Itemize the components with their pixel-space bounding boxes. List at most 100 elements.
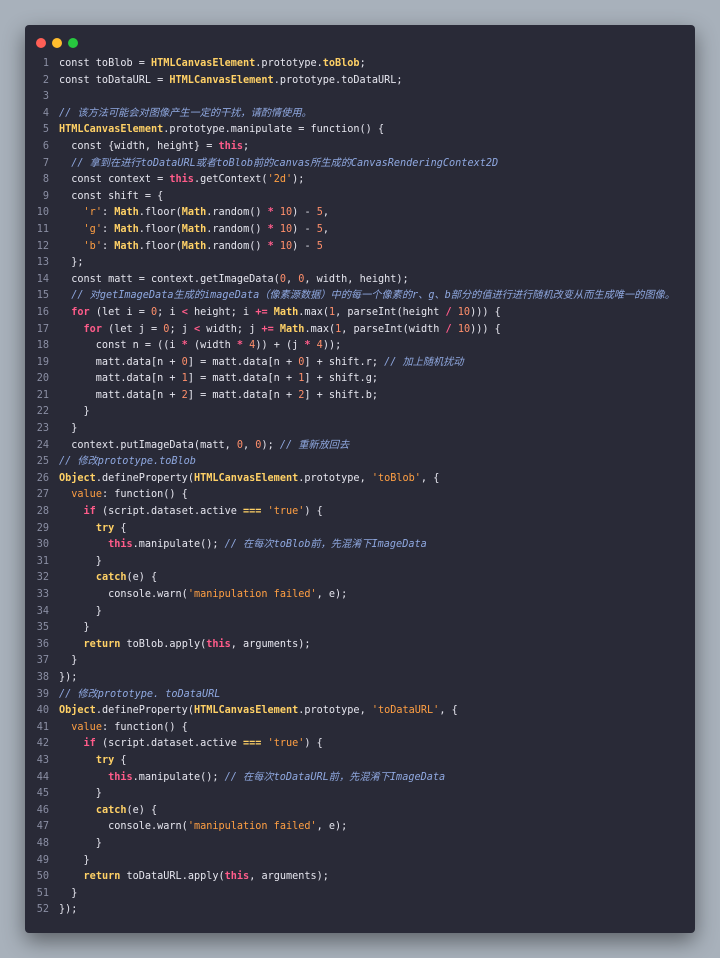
code-token: .prototype.toDataURL; (273, 74, 403, 86)
line-number: 3 (42, 91, 49, 103)
code-token: ); (292, 174, 305, 186)
line-text: HTMLCanvasElement.prototype.manipulate =… (59, 122, 384, 139)
line-text: } (59, 786, 102, 803)
code-token: } (59, 854, 90, 866)
code-token: // 重新放回去 (279, 439, 350, 451)
code-line: 36 return toBlob.apply(this, arguments); (25, 637, 695, 654)
code-line: 32 catch(e) { (25, 570, 695, 587)
code-token: console.warn( (59, 589, 188, 600)
code-token: : (101, 240, 115, 252)
line-number: 1 (42, 58, 49, 69)
code-token: const toBlob = (59, 58, 152, 69)
line-number: 10 (36, 207, 49, 219)
code-token: const shift = { (59, 190, 164, 202)
code-token: } (59, 655, 78, 667)
line-text: } (59, 836, 102, 853)
code-token: this (224, 871, 250, 883)
line-text: // 对getImageData生成的imageData（像素源数据）中的每一个… (59, 288, 675, 305)
code-token: , arguments); (230, 638, 311, 650)
line-text: return toDataURL.apply(this, arguments); (59, 869, 329, 886)
line-number: 44 (36, 771, 49, 783)
code-token: , (322, 207, 329, 219)
maximize-dot-icon[interactable] (68, 38, 78, 48)
code-token: HTMLCanvasElement (193, 705, 299, 717)
code-token: return (83, 638, 121, 650)
code-token: 10 (457, 323, 471, 335)
code-token: }); (59, 904, 78, 916)
code-line: 18 const n = ((i * (width * 4)) + (j * 4… (25, 338, 695, 355)
code-token: .defineProperty( (95, 472, 194, 484)
code-token: } (59, 837, 102, 849)
code-token: ) - (292, 223, 317, 235)
line-number: 26 (36, 472, 49, 484)
line-number: 9 (42, 190, 49, 202)
code-token: (width (187, 340, 237, 352)
code-token: : function() { (101, 721, 188, 733)
code-token: this (218, 140, 244, 152)
code-token: Math (114, 207, 139, 219)
line-text: context.putImageData(matt, 0, 0); // 重新放… (59, 438, 349, 455)
close-dot-icon[interactable] (36, 38, 46, 48)
line-text: // 该方法可能会对图像产生一定的干扰，请酌情使用。 (59, 106, 312, 123)
code-token: } (59, 622, 90, 634)
line-number: 37 (36, 655, 49, 667)
code-token: .floor( (138, 223, 182, 235)
code-token: value (71, 721, 102, 733)
code-token: , { (420, 472, 440, 484)
line-number: 14 (36, 273, 49, 285)
line-text: return toBlob.apply(this, arguments); (59, 637, 311, 654)
code-token: HTMLCanvasElement (151, 58, 256, 69)
code-token: (let i = (89, 306, 152, 318)
line-text: } (59, 404, 90, 421)
code-line: 44 this.manipulate(); // 在每次toDataURL前，先… (25, 770, 695, 787)
code-token: , e); (316, 821, 348, 833)
code-line: 22 } (25, 404, 695, 421)
code-line: 27 value: function() { (25, 487, 695, 504)
code-token: .manipulate(); (132, 539, 225, 551)
line-number: 50 (36, 871, 49, 883)
line-number: 13 (36, 257, 49, 269)
line-text: } (59, 886, 77, 903)
code-token: Math (279, 323, 305, 335)
code-token: height; i (187, 306, 256, 318)
code-token: } (59, 788, 102, 800)
code-token: matt.data[n + (59, 356, 182, 368)
code-token: HTMLCanvasElement (59, 124, 164, 136)
line-number: 4 (42, 107, 49, 119)
line-text: catch(e) { (59, 803, 157, 820)
line-number: 27 (36, 489, 49, 501)
code-token: const n = ((i (59, 340, 182, 352)
code-token: ) { (304, 506, 323, 518)
code-line: 49 } (25, 853, 695, 870)
code-token: // 在每次toBlob前，先混淆下ImageData (224, 539, 427, 551)
line-text: matt.data[n + 0] = matt.data[n + 0] + sh… (59, 355, 464, 372)
code-token: toDataURL.apply( (120, 871, 225, 883)
code-line: 34 } (25, 604, 695, 621)
line-number: 2 (42, 74, 49, 86)
code-token: context.putImageData(matt, (59, 439, 237, 451)
line-text: } (59, 653, 77, 670)
line-text: for (let i = 0; i < height; i += Math.ma… (59, 305, 500, 322)
line-number: 40 (36, 705, 49, 717)
code-token: : function() { (101, 489, 188, 501)
code-token: // 该方法可能会对图像产生一定的干扰，请酌情使用。 (59, 107, 312, 119)
minimize-dot-icon[interactable] (52, 38, 62, 48)
code-editor: 1 const toBlob = HTMLCanvasElement.protot… (25, 56, 695, 919)
code-token: Math (181, 207, 207, 219)
code-token: 'toDataURL' (371, 705, 440, 717)
line-text: // 修改prototype. toDataURL (59, 687, 220, 704)
code-token: this (169, 174, 194, 186)
code-token: .random() (206, 223, 268, 235)
code-token: , width, height); (304, 273, 409, 285)
line-number: 32 (36, 572, 49, 584)
code-token: .prototype.manipulate = function() { (163, 124, 385, 136)
code-token: ] = matt.data[n + (187, 373, 299, 385)
code-token: try (95, 522, 115, 534)
line-text: const {width, height} = this; (59, 139, 249, 156)
code-token: ) { (304, 738, 323, 750)
code-line: 9 const shift = { (25, 189, 695, 206)
